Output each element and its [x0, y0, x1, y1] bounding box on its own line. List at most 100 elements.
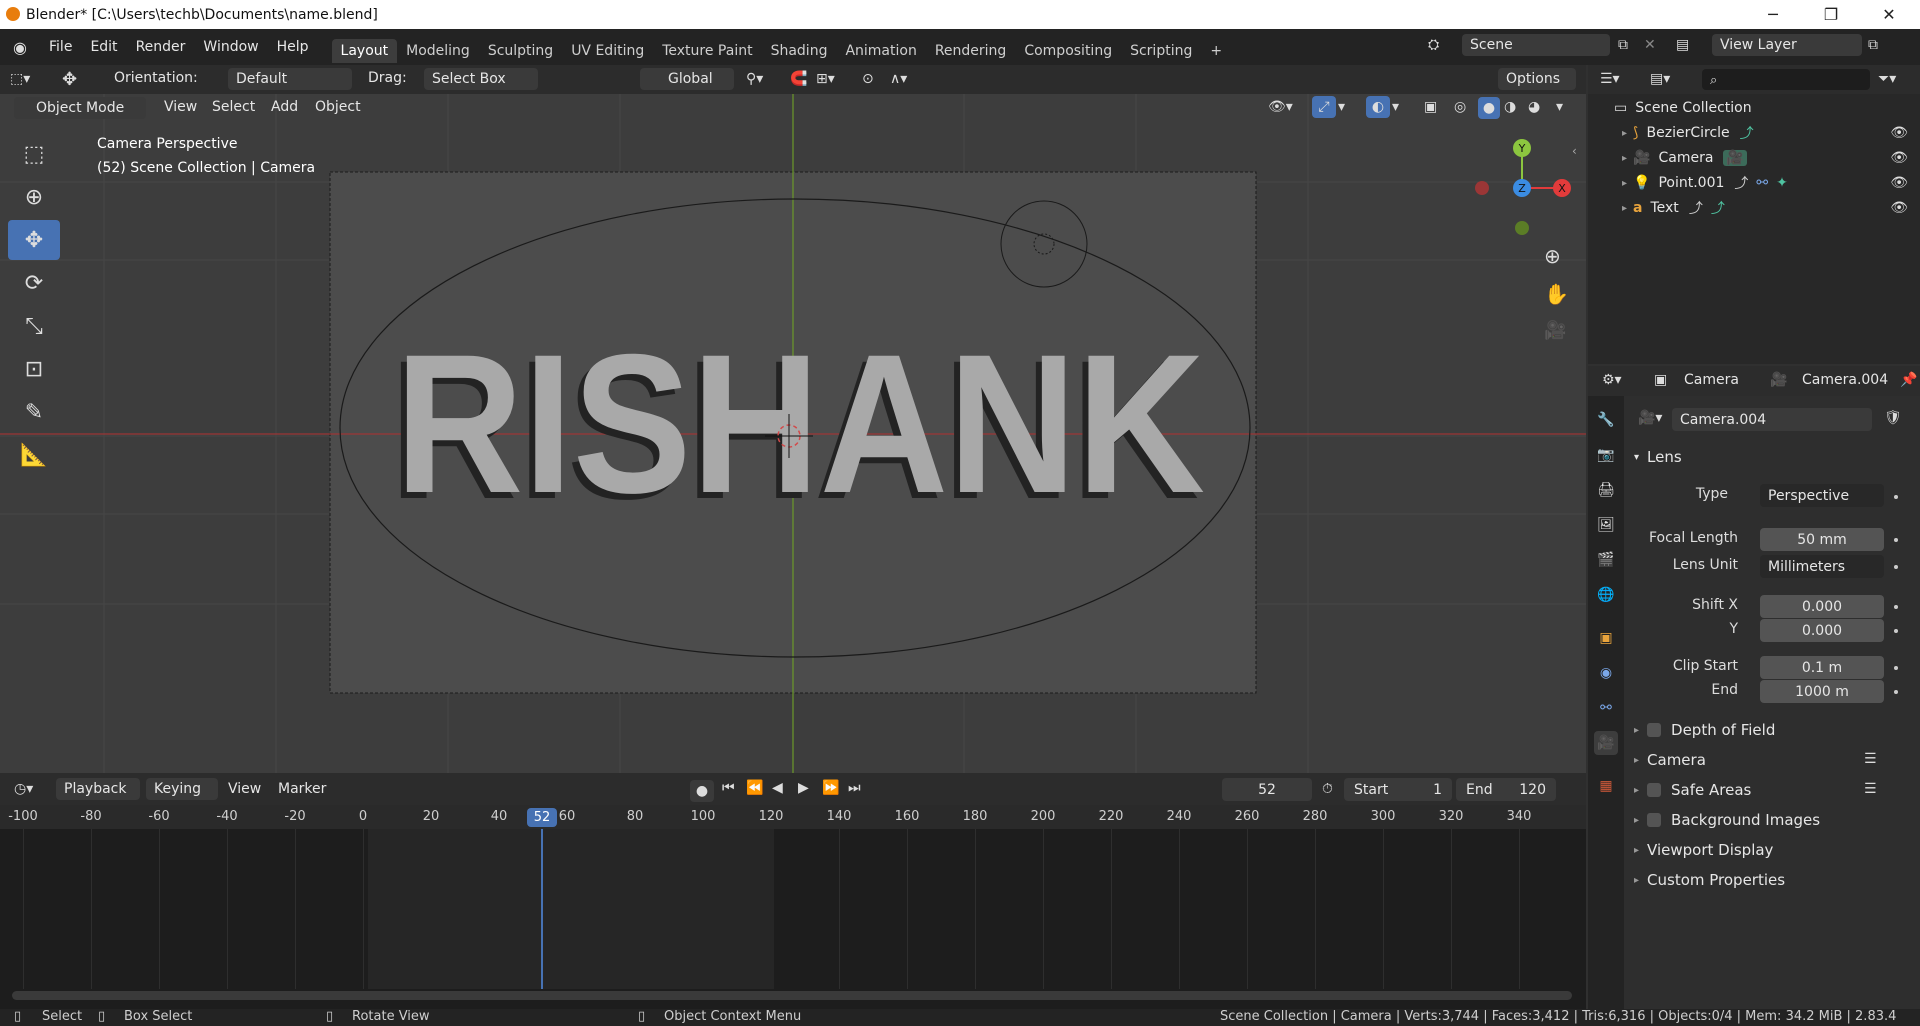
add-workspace-button[interactable]: +: [1201, 39, 1231, 63]
depth-of-field-section[interactable]: ▸ Depth of Field: [1634, 721, 1775, 739]
tab-texture-paint[interactable]: Texture Paint: [653, 39, 761, 63]
xray-icon[interactable]: ▣: [1424, 99, 1437, 115]
world-tab-icon[interactable]: 🌐: [1594, 583, 1618, 607]
menu-help[interactable]: Help: [268, 39, 318, 55]
camera-section[interactable]: ▸ Camera: [1634, 751, 1706, 769]
zoom-icon[interactable]: ⊕: [1544, 244, 1561, 268]
presets-list-icon[interactable]: ☰: [1864, 781, 1877, 797]
outliner-item-point001[interactable]: ▸ 💡 Point.001 ⤴ ⚯ ✦ 👁: [1588, 171, 1920, 195]
view-layer-field[interactable]: View Layer: [1712, 34, 1862, 56]
keyframe-dot[interactable]: [1894, 629, 1898, 633]
tab-sculpting[interactable]: Sculpting: [479, 39, 562, 63]
transform-tool[interactable]: ⊡: [8, 349, 60, 389]
clip-end-field[interactable]: 1000 m: [1760, 680, 1884, 703]
start-frame-field[interactable]: Start 1: [1344, 778, 1452, 801]
viewport-menu-object[interactable]: Object: [315, 99, 361, 115]
playhead-frame-indicator[interactable]: 52: [527, 808, 557, 827]
safe-areas-section[interactable]: ▸ Safe Areas: [1634, 781, 1751, 799]
tab-scripting[interactable]: Scripting: [1121, 39, 1201, 63]
properties-editor-type-icon[interactable]: ⚙▾: [1602, 372, 1622, 388]
transform-orientation-dropdown[interactable]: Global: [640, 68, 734, 90]
keyframe-dot[interactable]: [1894, 538, 1898, 542]
eye-icon[interactable]: 👁: [1890, 150, 1908, 166]
depth-of-field-checkbox[interactable]: [1647, 723, 1662, 737]
scene-icon[interactable]: ⛭: [1428, 37, 1439, 53]
outliner-item-camera[interactable]: ▸ 🎥 Camera 🎥 👁: [1588, 146, 1920, 170]
jump-end-icon[interactable]: ⏭: [848, 780, 861, 796]
output-tab-icon[interactable]: 🖨: [1594, 478, 1618, 502]
view-layer-icon[interactable]: ▤: [1676, 37, 1689, 53]
custom-properties-section[interactable]: ▸ Custom Properties: [1634, 871, 1785, 889]
delete-scene-icon[interactable]: ✕: [1644, 37, 1656, 53]
keyframe-dot[interactable]: [1894, 605, 1898, 609]
eye-icon[interactable]: 👁: [1890, 175, 1908, 191]
constraints-tab-icon[interactable]: ⚯: [1594, 696, 1618, 720]
options-dropdown[interactable]: Options: [1498, 68, 1576, 90]
focal-length-field[interactable]: 50 mm: [1760, 528, 1884, 551]
close-button[interactable]: ✕: [1860, 0, 1918, 29]
tab-animation[interactable]: Animation: [836, 39, 925, 63]
view-layer-tab-icon[interactable]: 🖼: [1594, 513, 1618, 537]
shift-y-field[interactable]: 0.000: [1760, 619, 1884, 642]
tab-shading[interactable]: Shading: [762, 39, 837, 63]
tab-rendering[interactable]: Rendering: [926, 39, 1016, 63]
scene-field[interactable]: Scene: [1462, 34, 1610, 56]
camera-data-tab-icon[interactable]: 🎥: [1594, 731, 1618, 755]
viewport-menu-select[interactable]: Select: [212, 99, 255, 115]
filter-icon[interactable]: ⏷▾: [1878, 71, 1896, 87]
move-tool[interactable]: ✥: [8, 220, 60, 260]
presets-list-icon[interactable]: ☰: [1864, 751, 1877, 767]
rendered-shading-icon[interactable]: ◕: [1528, 99, 1540, 115]
visibility-icon[interactable]: 👁▾: [1268, 99, 1293, 115]
curve-data-icon[interactable]: ⤴: [1740, 123, 1754, 143]
datablock-name-field[interactable]: Camera.004: [1672, 408, 1872, 431]
scene-tab-icon[interactable]: 🎬: [1594, 548, 1618, 572]
frame-ruler[interactable]: -100 -80 -60 -40 -20 0 20 40 60 80 100 120 140 160 180…: [0, 805, 1586, 989]
menu-edit[interactable]: Edit: [81, 39, 126, 55]
outliner-editor-type-icon[interactable]: ☰▾: [1600, 71, 1620, 87]
viewport-menu-add[interactable]: Add: [271, 99, 298, 115]
menu-render[interactable]: Render: [127, 39, 195, 55]
camera-view-icon[interactable]: 🎥: [1544, 320, 1566, 341]
cursor-tool[interactable]: ⊕: [8, 177, 60, 217]
expand-arrow-icon[interactable]: ▸: [1622, 178, 1627, 189]
blender-menu-icon[interactable]: ◉: [0, 38, 40, 57]
pan-hand-icon[interactable]: ✋: [1544, 282, 1569, 306]
expand-arrow-icon[interactable]: ▸: [1622, 153, 1627, 164]
light-data-icon[interactable]: ✦: [1776, 175, 1788, 191]
outliner-item-beziercircle[interactable]: ▸ ⟆ BezierCircle ⤴ 👁: [1588, 121, 1920, 145]
keyframe-dot[interactable]: [1894, 495, 1898, 499]
pin-icon[interactable]: 📌: [1900, 372, 1917, 388]
new-view-layer-icon[interactable]: ⧉: [1868, 37, 1878, 53]
wireframe-shading-icon[interactable]: ◎: [1454, 99, 1466, 115]
object-tab-icon[interactable]: ▣: [1594, 626, 1618, 650]
text-data-icon[interactable]: ⤴: [1711, 198, 1725, 218]
clip-start-field[interactable]: 0.1 m: [1760, 656, 1884, 679]
scale-tool[interactable]: ⤡: [8, 306, 60, 346]
constraint-icon[interactable]: ⤴: [1734, 173, 1748, 193]
end-frame-field[interactable]: End 120: [1456, 778, 1556, 801]
shading-dropdown-icon[interactable]: ▾: [1556, 99, 1563, 115]
shift-x-field[interactable]: 0.000: [1760, 595, 1884, 618]
gizmo-dropdown-icon[interactable]: ▾: [1338, 99, 1345, 115]
play-reverse-icon[interactable]: ◀: [772, 780, 783, 796]
render-tab-icon[interactable]: 📷: [1594, 443, 1618, 467]
eye-icon[interactable]: 👁: [1890, 125, 1908, 141]
orientation-dropdown[interactable]: Default: [228, 68, 352, 90]
play-icon[interactable]: ▶: [798, 780, 809, 796]
constraint-icon[interactable]: ⤴: [1689, 198, 1703, 218]
keyframe-dot[interactable]: [1894, 690, 1898, 694]
material-shading-icon[interactable]: ◑: [1504, 99, 1516, 115]
overlay-toggle-icon[interactable]: ◐: [1366, 96, 1390, 118]
next-keyframe-icon[interactable]: ⏩: [822, 780, 839, 796]
camera-datablock-icon[interactable]: 🎥▾: [1638, 410, 1662, 426]
link-icon[interactable]: ⚯: [1756, 175, 1768, 191]
pivot-point-icon[interactable]: ⚲▾: [746, 71, 763, 87]
display-mode-icon[interactable]: ▤▾: [1650, 71, 1670, 87]
overlay-dropdown-icon[interactable]: ▾: [1392, 99, 1399, 115]
tab-modeling[interactable]: Modeling: [397, 39, 479, 63]
timeline-scrollbar[interactable]: [12, 991, 1572, 1000]
sidebar-toggle-icon[interactable]: ‹: [1572, 144, 1577, 158]
background-images-checkbox[interactable]: [1647, 813, 1662, 827]
object-mode-dropdown[interactable]: Object Mode: [14, 97, 146, 119]
